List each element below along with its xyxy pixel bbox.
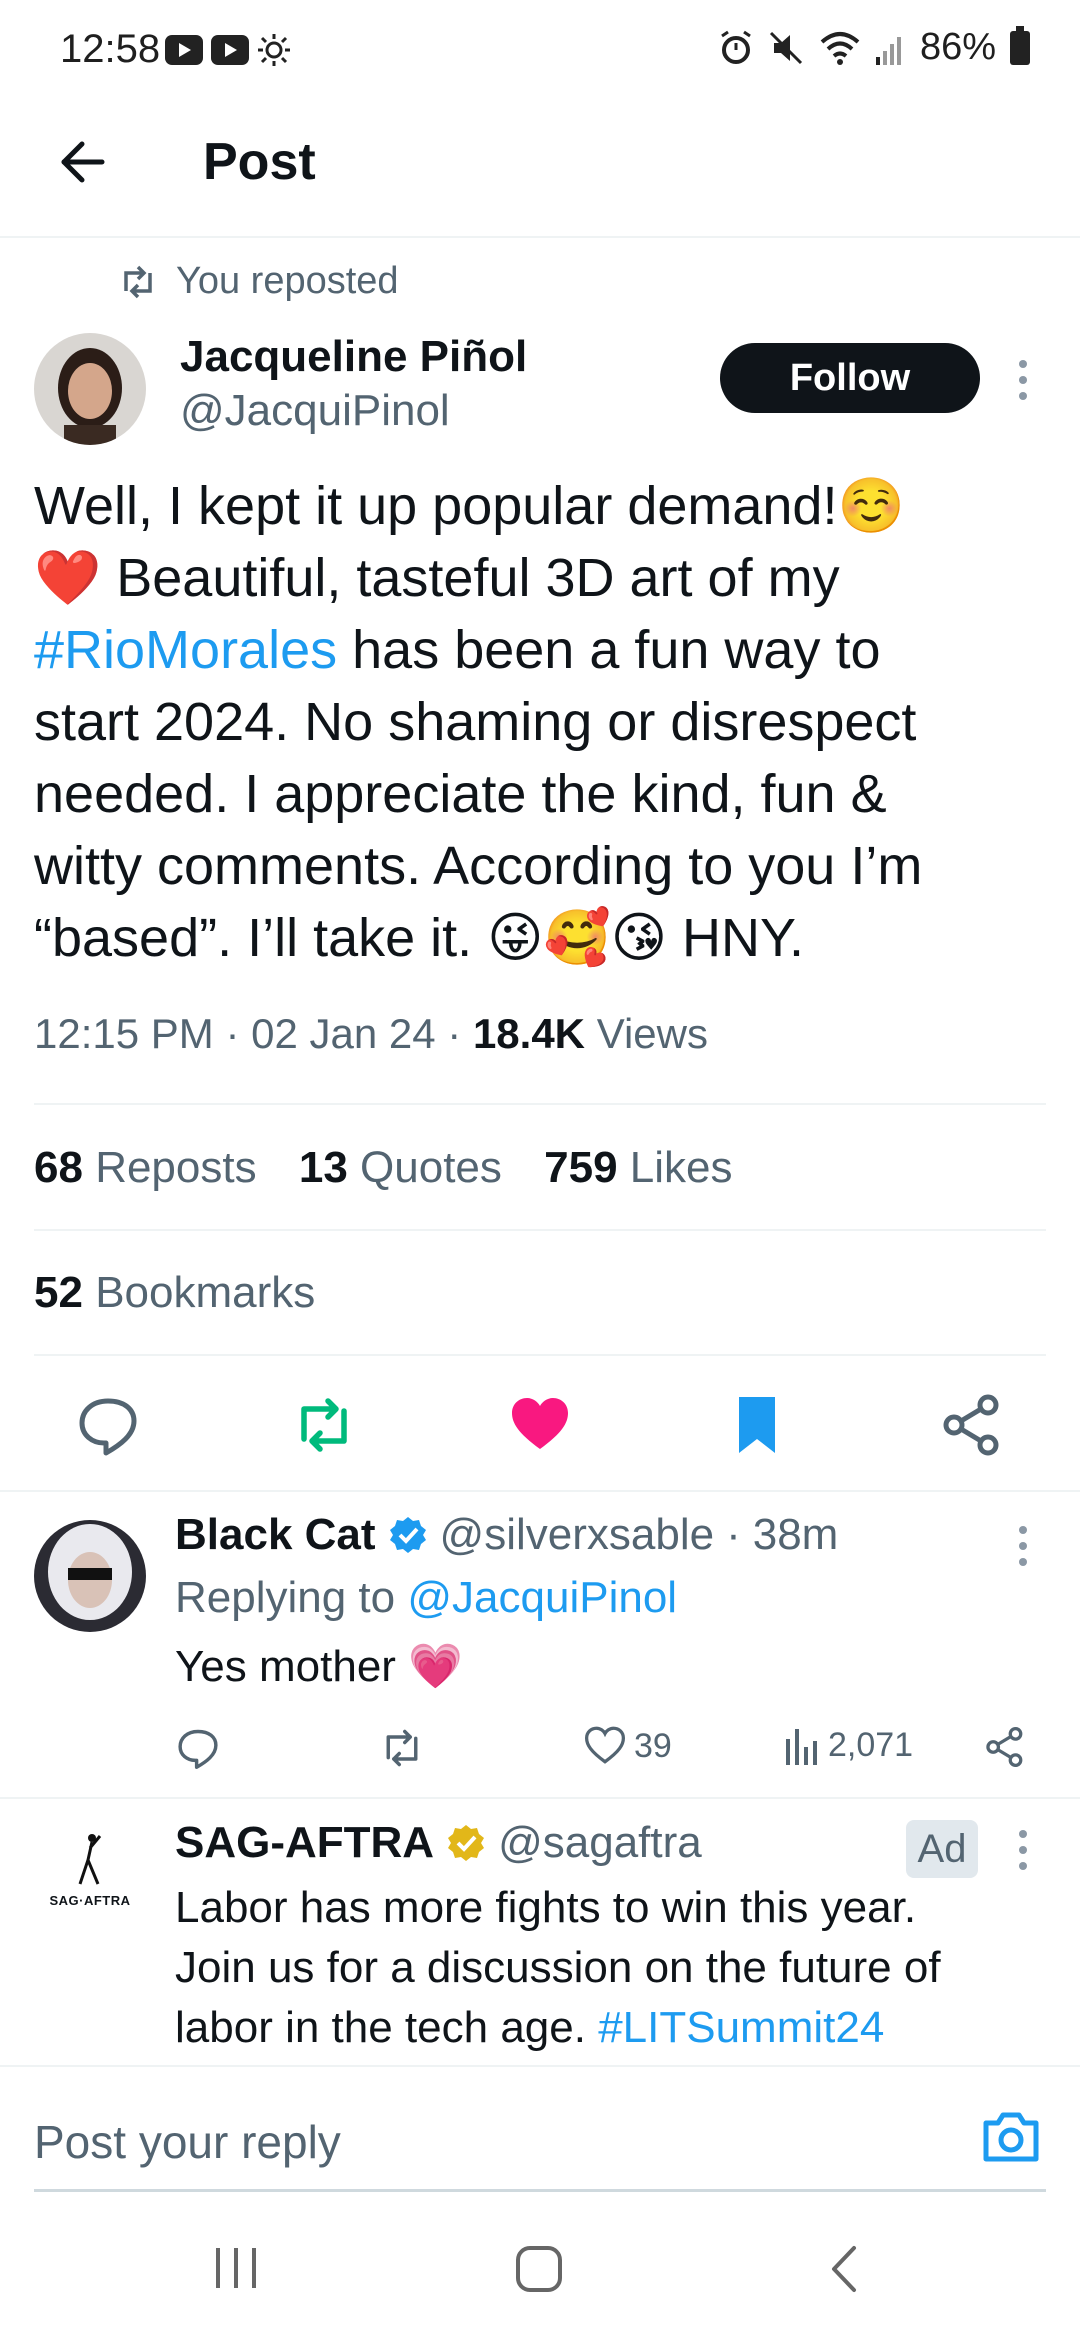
reply-like-count: 39 bbox=[634, 1726, 672, 1765]
replying-to-line: Replying to @JacquiPinol bbox=[175, 1573, 677, 1623]
reply-avatar[interactable] bbox=[34, 1520, 146, 1632]
recent-apps-icon[interactable] bbox=[214, 2246, 260, 2290]
system-nav-bar bbox=[0, 2200, 1080, 2340]
battery-percent: 86% bbox=[919, 26, 996, 68]
author-handle[interactable]: @JacquiPinol bbox=[180, 386, 527, 436]
reply-icon[interactable] bbox=[76, 1393, 140, 1457]
actions-divider bbox=[0, 1490, 1080, 1492]
reply-more-icon[interactable] bbox=[1016, 1526, 1030, 1566]
status-bar: 12:58 86% bbox=[0, 0, 1080, 100]
reply-input[interactable]: Post your reply bbox=[34, 2115, 341, 2169]
likes-stat[interactable]: 759 Likes bbox=[544, 1143, 732, 1192]
bookmark-icon-filled[interactable] bbox=[725, 1393, 789, 1457]
reply-share-icon[interactable] bbox=[984, 1726, 1026, 1768]
reply-composer: Post your reply bbox=[0, 2065, 1080, 2197]
ad-more-icon[interactable] bbox=[1016, 1830, 1030, 1870]
reply-author-name[interactable]: Black Cat bbox=[175, 1510, 376, 1560]
reply-views-button[interactable]: 2,071 bbox=[784, 1725, 913, 1765]
follow-button[interactable]: Follow bbox=[720, 343, 980, 413]
meta-divider bbox=[34, 1103, 1046, 1105]
reply-handle[interactable]: @silverxsable bbox=[440, 1510, 715, 1560]
gold-verified-badge-icon bbox=[448, 1825, 485, 1861]
author-name[interactable]: Jacqueline Piñol bbox=[180, 332, 527, 382]
stats-divider bbox=[34, 1229, 1046, 1231]
post-text: Well, I kept it up popular demand!☺️ ❤️ … bbox=[34, 470, 1046, 974]
ad-handle[interactable]: @sagaftra bbox=[498, 1818, 702, 1868]
alarm-icon bbox=[721, 30, 751, 64]
sag-aftra-figure-icon bbox=[78, 1834, 102, 1885]
ad-text: Labor has more fights to win this year. … bbox=[175, 1878, 1055, 2058]
ad-author-name[interactable]: SAG-AFTRA bbox=[175, 1818, 434, 1868]
reply-age: 38m bbox=[752, 1510, 839, 1559]
mute-icon bbox=[769, 31, 802, 64]
author-avatar[interactable] bbox=[34, 333, 146, 445]
brightness-icon bbox=[258, 34, 290, 66]
ad-text-line1: Labor has more fights to win this year. bbox=[175, 1883, 917, 1932]
ad-text-line2: Join us for a discussion on the future o… bbox=[175, 1943, 941, 1992]
ad-hashtag-link[interactable]: #LITSummit24 bbox=[598, 2003, 884, 2052]
ad-text-line3: labor in the tech age. bbox=[175, 2003, 599, 2052]
post-date: 02 Jan 24 bbox=[251, 1010, 436, 1057]
post-more-icon[interactable] bbox=[1016, 360, 1030, 400]
reposts-stat[interactable]: 68 Reposts bbox=[34, 1143, 257, 1192]
wifi-icon bbox=[820, 31, 860, 65]
top-header: Post bbox=[0, 100, 1080, 236]
ad-badge: Ad bbox=[906, 1820, 978, 1878]
ad-header: SAG-AFTRA @sagaftra bbox=[175, 1818, 702, 1868]
youtube-icon bbox=[211, 35, 249, 65]
page-title: Post bbox=[203, 133, 316, 191]
repost-indicator: You reposted bbox=[118, 260, 399, 303]
back-nav-icon[interactable] bbox=[826, 2244, 860, 2294]
engagement-stats: 68 Reposts 13 Quotes 759 Likes bbox=[34, 1143, 733, 1193]
reply-text: Yes mother 💗 bbox=[175, 1642, 463, 1691]
youtube-icon bbox=[165, 35, 203, 65]
home-icon[interactable] bbox=[514, 2244, 564, 2294]
repost-icon bbox=[124, 265, 152, 298]
replying-prefix: Replying to bbox=[175, 1573, 396, 1622]
verified-badge-icon bbox=[389, 1517, 426, 1553]
like-icon-filled[interactable] bbox=[508, 1393, 572, 1457]
share-icon[interactable] bbox=[940, 1393, 1004, 1457]
repost-label: You reposted bbox=[176, 260, 399, 302]
post-meta: 12:15 PM · 02 Jan 24 · 18.4K Views bbox=[34, 1010, 708, 1057]
post-text-part1: Well, I kept it up popular demand!☺️ ❤️ … bbox=[34, 476, 905, 608]
quotes-stat[interactable]: 13 Quotes bbox=[299, 1143, 502, 1192]
bookmarks-stat[interactable]: 52 Bookmarks bbox=[34, 1268, 315, 1318]
signal-icon bbox=[875, 36, 901, 65]
repost-action-icon[interactable] bbox=[292, 1393, 356, 1457]
reply-view-count: 2,071 bbox=[828, 1725, 914, 1764]
author-block: Jacqueline Piñol @JacquiPinol bbox=[180, 332, 527, 436]
reply-input-underline bbox=[34, 2189, 1046, 2192]
camera-icon[interactable] bbox=[982, 2109, 1040, 2163]
ad-logo-text: SAG·AFTRA bbox=[49, 1893, 131, 1908]
views-count: 18.4K bbox=[472, 1010, 586, 1057]
reply-divider bbox=[0, 1797, 1080, 1799]
back-arrow-icon[interactable] bbox=[52, 132, 112, 192]
reply-like-button[interactable]: 39 bbox=[584, 1725, 672, 1767]
views-label: Views bbox=[596, 1010, 708, 1057]
reply-header: Black Cat @silverxsable · 38m bbox=[175, 1510, 839, 1560]
ad-logo[interactable]: SAG·AFTRA bbox=[34, 1832, 146, 1922]
reply-comment-icon[interactable] bbox=[176, 1726, 220, 1770]
battery-icon bbox=[1010, 25, 1030, 65]
status-time: 12:58 bbox=[60, 27, 161, 71]
bookmarks-divider bbox=[34, 1354, 1046, 1356]
analytics-icon bbox=[786, 1729, 817, 1765]
heart-outline-icon bbox=[584, 1726, 626, 1764]
reply-repost-icon[interactable] bbox=[380, 1726, 424, 1770]
status-notification-icons bbox=[165, 33, 291, 67]
status-system-icons: 86% bbox=[718, 25, 1030, 69]
post-time: 12:15 PM bbox=[34, 1010, 214, 1057]
header-divider bbox=[0, 236, 1080, 238]
replying-to-handle[interactable]: @JacquiPinol bbox=[407, 1573, 677, 1622]
post-action-bar bbox=[0, 1365, 1080, 1485]
hashtag-link[interactable]: #RioMorales bbox=[34, 620, 337, 680]
